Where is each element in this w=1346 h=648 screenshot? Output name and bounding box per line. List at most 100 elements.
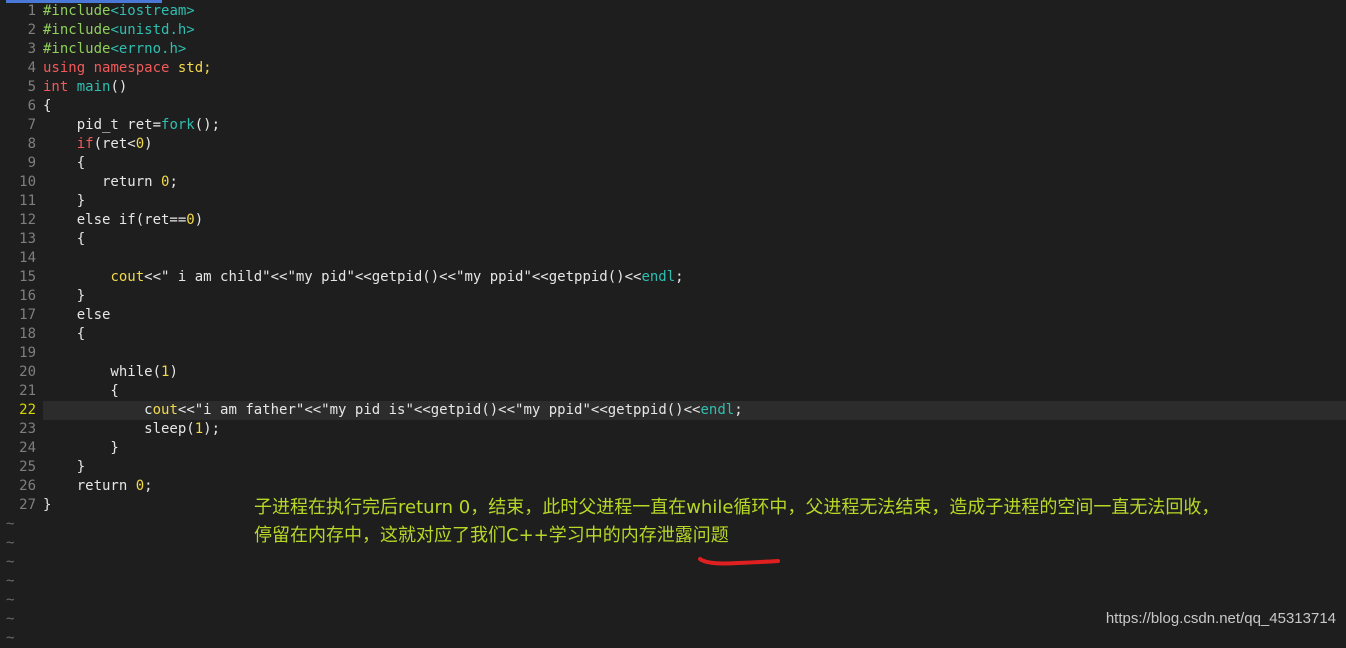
code-token: 1: [194, 421, 204, 437]
code-line[interactable]: 1 #include<iostream>: [0, 2, 1346, 21]
code-line[interactable]: 3 #include<errno.h>: [0, 40, 1346, 59]
red-underline-mark: [698, 557, 780, 566]
code-line[interactable]: 13 {: [0, 230, 1346, 249]
code-line[interactable]: 24 }: [0, 439, 1346, 458]
code-text[interactable]: using namespace std;: [43, 59, 1346, 78]
code-line[interactable]: 10 return 0;: [0, 173, 1346, 192]
code-text[interactable]: cout<<"i am father"<<"my pid is"<<getpid…: [43, 401, 1346, 420]
code-token: {: [43, 383, 119, 399]
code-line[interactable]: 18 {: [0, 325, 1346, 344]
code-line[interactable]: 6{: [0, 97, 1346, 116]
code-text[interactable]: {: [43, 325, 1346, 344]
code-text[interactable]: pid_t ret=fork();: [43, 116, 1346, 135]
code-token: using: [43, 60, 86, 76]
code-text[interactable]: {: [43, 382, 1346, 401]
line-number: 14: [19, 250, 36, 266]
tilde-marker: ~: [6, 611, 15, 627]
code-line[interactable]: 8 if(ret<0): [0, 135, 1346, 154]
line-number: 26: [19, 478, 36, 494]
code-text[interactable]: int main(): [43, 78, 1346, 97]
empty-buffer-line: ~: [0, 553, 1346, 572]
empty-buffer-line: ~: [0, 629, 1346, 648]
code-token: }: [43, 193, 86, 209]
code-token: <<" i am child"<<"my pid"<<getpid()<<"my…: [144, 269, 642, 285]
code-token: endl: [700, 402, 735, 418]
code-line[interactable]: 17 else: [0, 306, 1346, 325]
tilde-marker: ~: [6, 592, 15, 608]
line-number: 19: [19, 345, 36, 361]
code-token: 0: [186, 212, 195, 228]
code-line[interactable]: 2 #include<unistd.h>: [0, 21, 1346, 40]
code-text[interactable]: #include<errno.h>: [43, 40, 1346, 59]
code-token: ): [144, 136, 153, 152]
code-line[interactable]: 21 {: [0, 382, 1346, 401]
code-token: );: [203, 421, 221, 437]
code-line[interactable]: 4 using namespace std;: [0, 59, 1346, 78]
code-text[interactable]: else if(ret==0): [43, 211, 1346, 230]
code-token: main: [76, 79, 111, 95]
tilde-marker: ~: [6, 535, 15, 551]
code-line[interactable]: 9 {: [0, 154, 1346, 173]
line-number: 23: [19, 421, 36, 437]
code-text[interactable]: }: [43, 439, 1346, 458]
code-text[interactable]: {: [43, 97, 1346, 116]
code-token: {: [43, 98, 52, 114]
code-token: }: [43, 440, 119, 456]
line-number: 6: [27, 98, 36, 114]
code-text[interactable]: {: [43, 154, 1346, 173]
code-text[interactable]: #include<unistd.h>: [43, 21, 1346, 40]
line-number: 7: [27, 117, 36, 133]
code-text[interactable]: #include<iostream>: [43, 2, 1346, 21]
code-token: else: [43, 307, 111, 323]
code-text[interactable]: while(1): [43, 363, 1346, 382]
code-token: ();: [194, 117, 221, 133]
code-line[interactable]: 22 cout<<"i am father"<<"my pid is"<<get…: [0, 401, 1346, 420]
code-line[interactable]: 5 int main(): [0, 78, 1346, 97]
code-token: 0: [135, 136, 145, 152]
code-token: int: [43, 79, 69, 95]
code-token: return: [43, 174, 162, 190]
line-number: 4: [27, 60, 36, 76]
code-token: <errno.h>: [110, 41, 187, 57]
code-text[interactable]: }: [43, 458, 1346, 477]
code-line[interactable]: 19: [0, 344, 1346, 363]
line-number: 1: [27, 3, 36, 19]
line-number: 20: [19, 364, 36, 380]
code-text[interactable]: }: [43, 192, 1346, 211]
code-text[interactable]: if(ret<0): [43, 135, 1346, 154]
code-line[interactable]: 15 cout<<" i am child"<<"my pid"<<getpid…: [0, 268, 1346, 287]
code-line[interactable]: 12 else if(ret==0): [0, 211, 1346, 230]
line-number: 15: [19, 269, 36, 285]
code-token: ;: [734, 402, 743, 418]
code-text[interactable]: return 0;: [43, 173, 1346, 192]
code-token: {: [43, 326, 86, 342]
tilde-marker: ~: [6, 554, 15, 570]
code-line[interactable]: 20 while(1): [0, 363, 1346, 382]
code-token: <unistd.h>: [110, 22, 195, 38]
line-number: 8: [27, 136, 36, 152]
tilde-marker: ~: [6, 516, 15, 532]
code-token: ;: [144, 478, 153, 494]
line-number: 18: [19, 326, 36, 342]
code-token: {: [43, 155, 86, 171]
code-line[interactable]: 7 pid_t ret=fork();: [0, 116, 1346, 135]
code-text[interactable]: }: [43, 287, 1346, 306]
code-text[interactable]: else: [43, 306, 1346, 325]
code-text[interactable]: sleep(1);: [43, 420, 1346, 439]
code-token: ;: [675, 269, 684, 285]
code-line[interactable]: 25 }: [0, 458, 1346, 477]
line-number: 24: [19, 440, 36, 456]
code-line[interactable]: 11 }: [0, 192, 1346, 211]
code-token: }: [43, 288, 86, 304]
code-editor[interactable]: 1 #include<iostream> 2 #include<unistd.h> 3 #…: [0, 2, 1346, 648]
code-line[interactable]: 16 }: [0, 287, 1346, 306]
code-line[interactable]: 23 sleep(1);: [0, 420, 1346, 439]
code-token: ): [194, 212, 204, 228]
code-text[interactable]: {: [43, 230, 1346, 249]
code-text[interactable]: cout<<" i am child"<<"my pid"<<getpid()<…: [43, 268, 1346, 287]
text-cursor: c: [144, 402, 153, 418]
code-line[interactable]: 14: [0, 249, 1346, 268]
